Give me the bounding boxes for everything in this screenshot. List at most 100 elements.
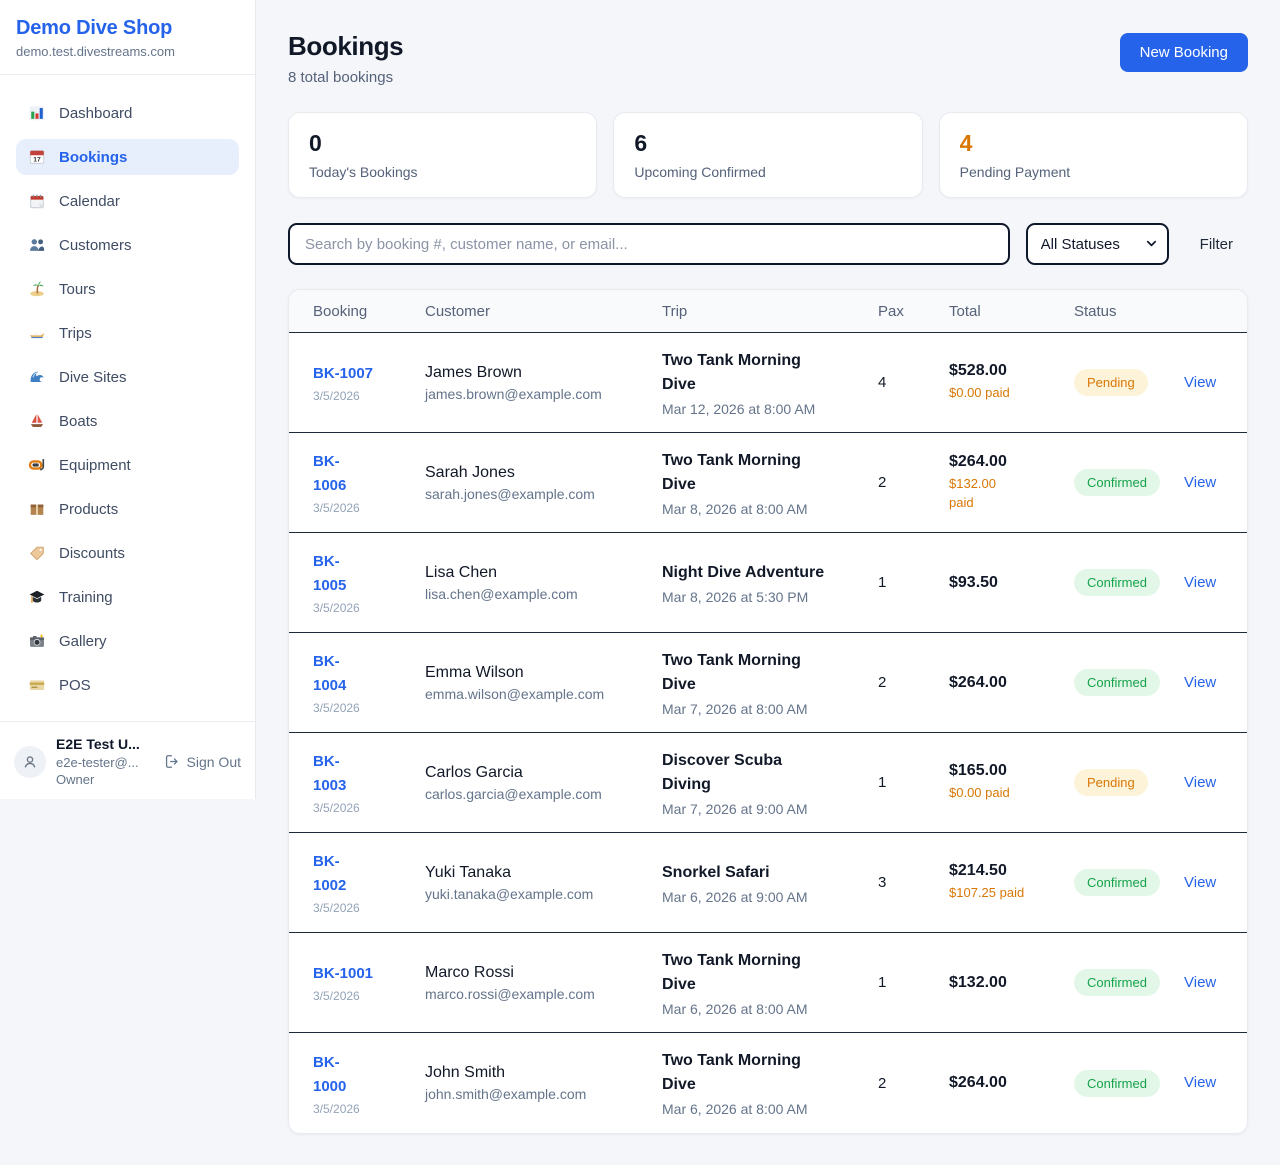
paid-amount: $0.00 paid [949, 384, 1064, 403]
customer-name: Emma Wilson [425, 664, 652, 682]
sidebar-item-label: Gallery [59, 633, 107, 650]
stat-card-upcoming-confirmed: 6 Upcoming Confirmed [613, 112, 922, 198]
sailboat-icon [28, 412, 46, 430]
booking-id-link[interactable]: BK-1007 [313, 362, 373, 386]
sidebar-item-products[interactable]: Products [16, 491, 239, 527]
trip-datetime: Mar 8, 2026 at 8:00 AM [662, 501, 868, 517]
view-link[interactable]: View [1184, 474, 1216, 491]
table-header-row: Booking Customer Trip Pax Total Status [289, 290, 1247, 333]
sidebar-item-training[interactable]: Training [16, 579, 239, 615]
customer-name: Sarah Jones [425, 464, 652, 482]
status-badge: Confirmed [1074, 669, 1160, 696]
booking-id-link[interactable]: BK-1006 [313, 450, 359, 498]
sidebar-item-boats[interactable]: Boats [16, 403, 239, 439]
sidebar-item-tours[interactable]: Tours [16, 271, 239, 307]
sidebar-item-trips[interactable]: Trips [16, 315, 239, 351]
booking-id-link[interactable]: BK-1001 [313, 962, 373, 986]
status-badge: Pending [1074, 769, 1148, 796]
booking-date: 3/5/2026 [313, 901, 415, 915]
paid-amount: $0.00 paid [949, 784, 1064, 803]
person-icon [21, 753, 39, 771]
trip-name: Snorkel Safari [662, 861, 868, 885]
sidebar-item-bookings[interactable]: 17 Bookings [16, 139, 239, 175]
trip-datetime: Mar 8, 2026 at 5:30 PM [662, 589, 868, 605]
stat-label: Pending Payment [960, 164, 1227, 180]
view-link[interactable]: View [1184, 374, 1216, 391]
paid-amount: $107.25 paid [949, 884, 1064, 903]
view-link[interactable]: View [1184, 674, 1216, 691]
view-link[interactable]: View [1184, 774, 1216, 791]
column-header-trip: Trip [662, 303, 878, 320]
sign-out-button[interactable]: Sign Out [163, 753, 241, 770]
trip-name: Night Dive Adventure [662, 561, 868, 585]
sidebar-item-label: Bookings [59, 149, 127, 166]
brand-name: Demo Dive Shop [16, 17, 239, 40]
table-row: BK-10003/5/2026 John Smithjohn.smith@exa… [289, 1033, 1247, 1133]
booking-id-link[interactable]: BK-1002 [313, 850, 359, 898]
filter-button[interactable]: Filter [1200, 236, 1233, 253]
trip-name: Two Tank Morning Dive [662, 349, 820, 397]
new-booking-button[interactable]: New Booking [1120, 33, 1248, 72]
sidebar-item-dashboard[interactable]: Dashboard [16, 95, 239, 131]
credit-card-icon [28, 676, 46, 694]
bar-chart-icon [28, 104, 46, 122]
table-row: BK-10063/5/2026 Sarah Jonessarah.jones@e… [289, 433, 1247, 533]
total-amount: $132.00 [949, 974, 1064, 992]
booking-date: 3/5/2026 [313, 701, 415, 715]
total-amount: $264.00 [949, 674, 1064, 692]
user-role: Owner [56, 771, 153, 789]
booking-id-link[interactable]: BK-1004 [313, 650, 359, 698]
graduation-cap-icon [28, 588, 46, 606]
table-row: BK-10073/5/2026 James Brownjames.brown@e… [289, 333, 1247, 433]
view-link[interactable]: View [1184, 574, 1216, 591]
spiral-calendar-icon [28, 192, 46, 210]
brand-domain: demo.test.divestreams.com [16, 44, 239, 59]
sidebar-item-dive-sites[interactable]: Dive Sites [16, 359, 239, 395]
sidebar-item-equipment[interactable]: Equipment [16, 447, 239, 483]
column-header-customer: Customer [425, 303, 662, 320]
sidebar-item-label: Training [59, 589, 113, 606]
column-header-total: Total [949, 303, 1074, 320]
trip-name: Two Tank Morning Dive [662, 649, 820, 697]
booking-date: 3/5/2026 [313, 1102, 415, 1116]
bookings-table: Booking Customer Trip Pax Total Status B… [288, 289, 1248, 1134]
stats-row: 0 Today's Bookings 6 Upcoming Confirmed … [288, 112, 1248, 198]
booking-date: 3/5/2026 [313, 389, 415, 403]
customer-name: Marco Rossi [425, 964, 652, 982]
sidebar-item-customers[interactable]: Customers [16, 227, 239, 263]
trip-datetime: Mar 6, 2026 at 9:00 AM [662, 889, 868, 905]
sidebar-item-label: Trips [59, 325, 92, 342]
main-content: Bookings 8 total bookings New Booking 0 … [256, 0, 1280, 1165]
sidebar-item-gallery[interactable]: Gallery [16, 623, 239, 659]
total-amount: $214.50 [949, 862, 1064, 880]
pax-count: 2 [878, 674, 949, 691]
status-filter-select[interactable]: All Statuses [1026, 223, 1169, 265]
column-header-booking: Booking [313, 303, 425, 320]
view-link[interactable]: View [1184, 974, 1216, 991]
table-row: BK-10033/5/2026 Carlos Garciacarlos.garc… [289, 733, 1247, 833]
booking-date: 3/5/2026 [313, 801, 415, 815]
customer-email: john.smith@example.com [425, 1086, 652, 1102]
table-row: BK-10053/5/2026 Lisa Chenlisa.chen@examp… [289, 533, 1247, 633]
booking-id-link[interactable]: BK-1000 [313, 1051, 359, 1099]
sidebar-item-pos[interactable]: POS [16, 667, 239, 703]
booking-id-link[interactable]: BK-1003 [313, 750, 359, 798]
sidebar-item-calendar[interactable]: Calendar [16, 183, 239, 219]
booking-id-link[interactable]: BK-1005 [313, 550, 359, 598]
view-link[interactable]: View [1184, 1074, 1216, 1091]
status-badge: Pending [1074, 369, 1148, 396]
total-amount: $528.00 [949, 362, 1064, 380]
trip-datetime: Mar 12, 2026 at 8:00 AM [662, 401, 868, 417]
customer-email: emma.wilson@example.com [425, 686, 652, 702]
sidebar-item-discounts[interactable]: Discounts [16, 535, 239, 571]
pax-count: 1 [878, 974, 949, 991]
status-badge: Confirmed [1074, 569, 1160, 596]
camera-icon [28, 632, 46, 650]
package-icon [28, 500, 46, 518]
speedboat-icon [28, 324, 46, 342]
view-link[interactable]: View [1184, 874, 1216, 891]
status-badge: Confirmed [1074, 469, 1160, 496]
status-badge: Confirmed [1074, 969, 1160, 996]
trip-name: Discover Scuba Diving [662, 749, 820, 797]
search-input[interactable] [288, 223, 1010, 265]
